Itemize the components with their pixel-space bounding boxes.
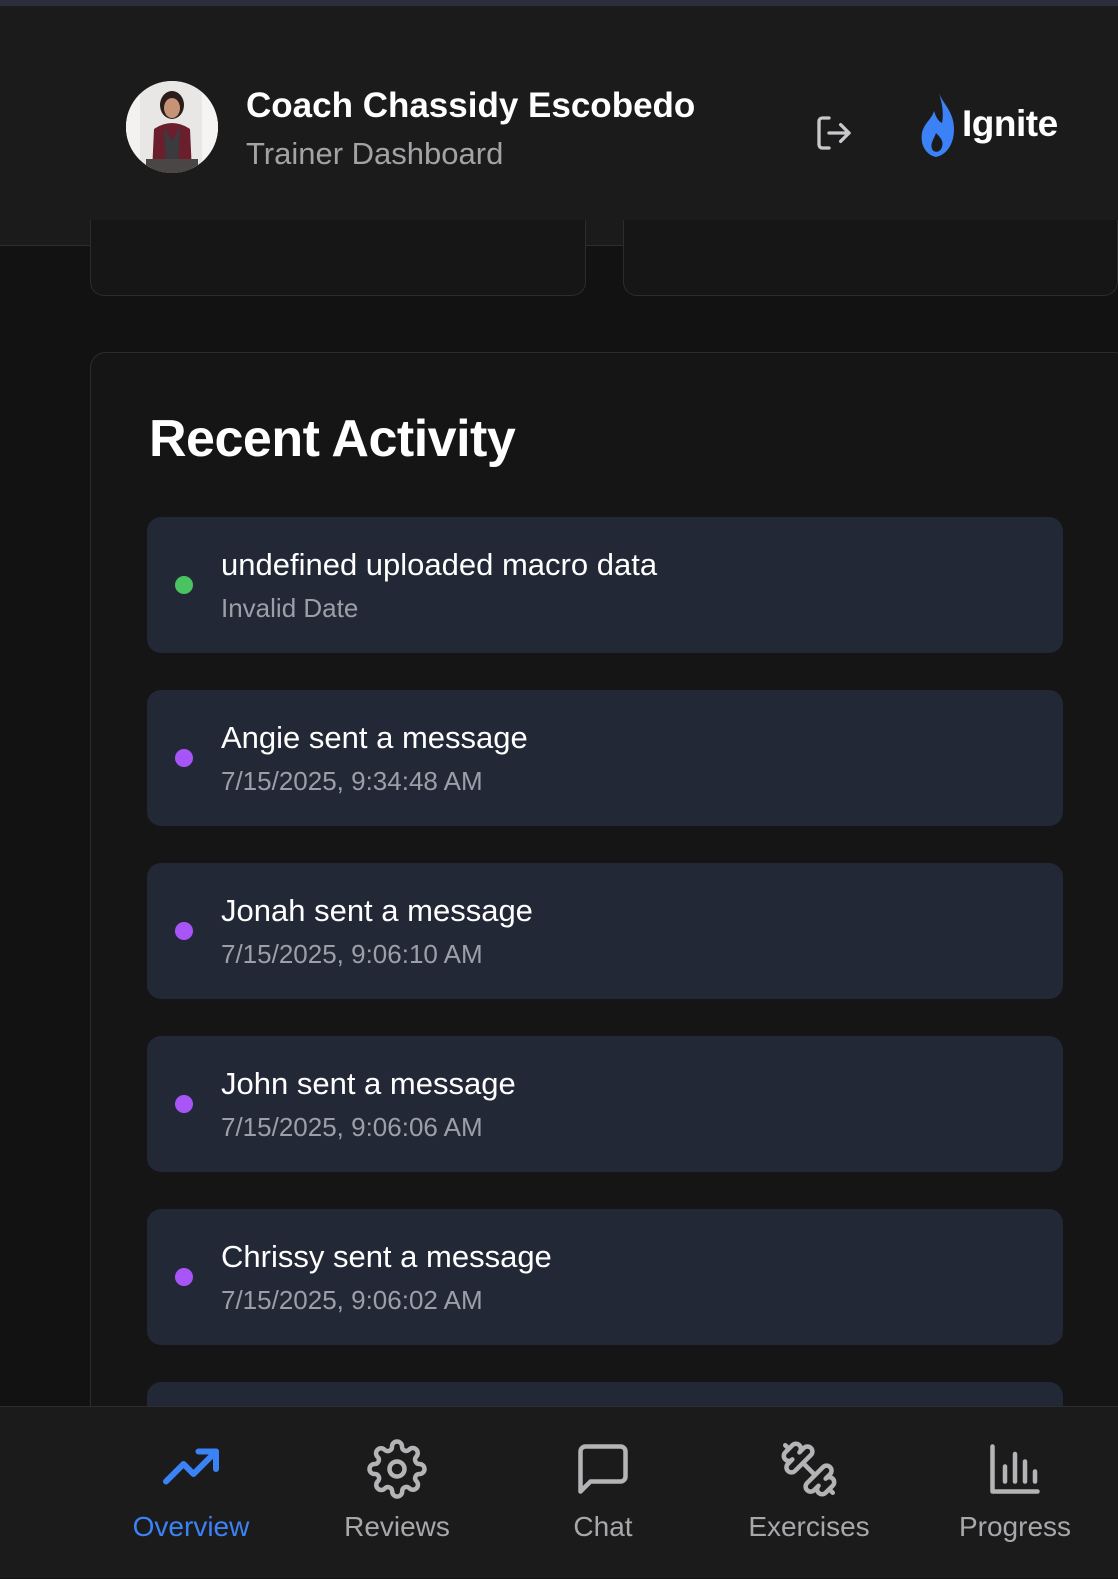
activity-time: 7/15/2025, 9:06:10 AM	[221, 939, 483, 969]
status-dot	[175, 576, 193, 594]
activity-time: Invalid Date	[221, 593, 359, 623]
activity-item[interactable]: Angie sent a message 7/15/2025, 9:34:48 …	[147, 690, 1063, 826]
nav-exercises[interactable]: Exercises	[706, 1407, 912, 1579]
trending-up-icon	[163, 1448, 219, 1485]
bottom-nav: Overview Reviews Chat Exercises Progress	[0, 1406, 1118, 1578]
page-subtitle: Trainer Dashboard	[246, 136, 504, 171]
nav-label: Overview	[132, 1511, 250, 1542]
coach-name: Coach Chassidy Escobedo	[246, 86, 696, 125]
activity-time: 7/15/2025, 9:06:02 AM	[221, 1285, 483, 1315]
logout-button[interactable]	[814, 113, 854, 153]
nav-progress[interactable]: Progress	[912, 1407, 1118, 1579]
flame-icon	[921, 91, 954, 157]
activity-item[interactable]: John sent a message 7/15/2025, 9:06:06 A…	[147, 1036, 1063, 1172]
recent-activity-card: Recent Activity undefined uploaded macro…	[90, 352, 1118, 1518]
status-dot	[175, 749, 193, 767]
nav-overview[interactable]: Overview	[88, 1407, 294, 1579]
activity-item[interactable]: Chrissy sent a message 7/15/2025, 9:06:0…	[147, 1209, 1063, 1345]
nav-label: Chat	[573, 1511, 633, 1542]
activity-text: undefined uploaded macro data	[221, 547, 658, 582]
nav-chat[interactable]: Chat	[500, 1407, 706, 1579]
brand-logo: Ignite	[918, 86, 1058, 162]
chat-bubble-icon	[578, 1444, 628, 1494]
activity-text: Angie sent a message	[221, 720, 528, 755]
nav-label: Exercises	[748, 1511, 870, 1542]
stat-card-left	[90, 220, 586, 296]
activity-item[interactable]: Jonah sent a message 7/15/2025, 9:06:10 …	[147, 863, 1063, 999]
activity-text: Chrissy sent a message	[221, 1239, 552, 1274]
brand-name: Ignite	[962, 103, 1058, 144]
activity-text: Jonah sent a message	[221, 893, 533, 928]
bar-chart-icon	[990, 1444, 1040, 1494]
nav-label: Reviews	[344, 1511, 450, 1542]
activity-text: John sent a message	[221, 1066, 516, 1101]
nav-label: Progress	[958, 1511, 1072, 1542]
status-dot	[175, 922, 193, 940]
dumbbell-icon	[781, 1441, 837, 1497]
status-dot	[175, 1268, 193, 1286]
header: Coach Chassidy Escobedo Trainer Dashboar…	[0, 6, 1118, 246]
activity-time: 7/15/2025, 9:34:48 AM	[221, 766, 483, 796]
activity-time: 7/15/2025, 9:06:06 AM	[221, 1112, 483, 1142]
activity-item[interactable]: undefined uploaded macro data Invalid Da…	[147, 517, 1063, 653]
logout-icon	[817, 116, 851, 150]
status-dot	[175, 1095, 193, 1113]
section-title: Recent Activity	[149, 410, 516, 468]
avatar[interactable]	[126, 81, 218, 173]
stat-card-right	[623, 220, 1118, 296]
gear-icon	[367, 1439, 427, 1499]
nav-reviews[interactable]: Reviews	[294, 1407, 500, 1579]
